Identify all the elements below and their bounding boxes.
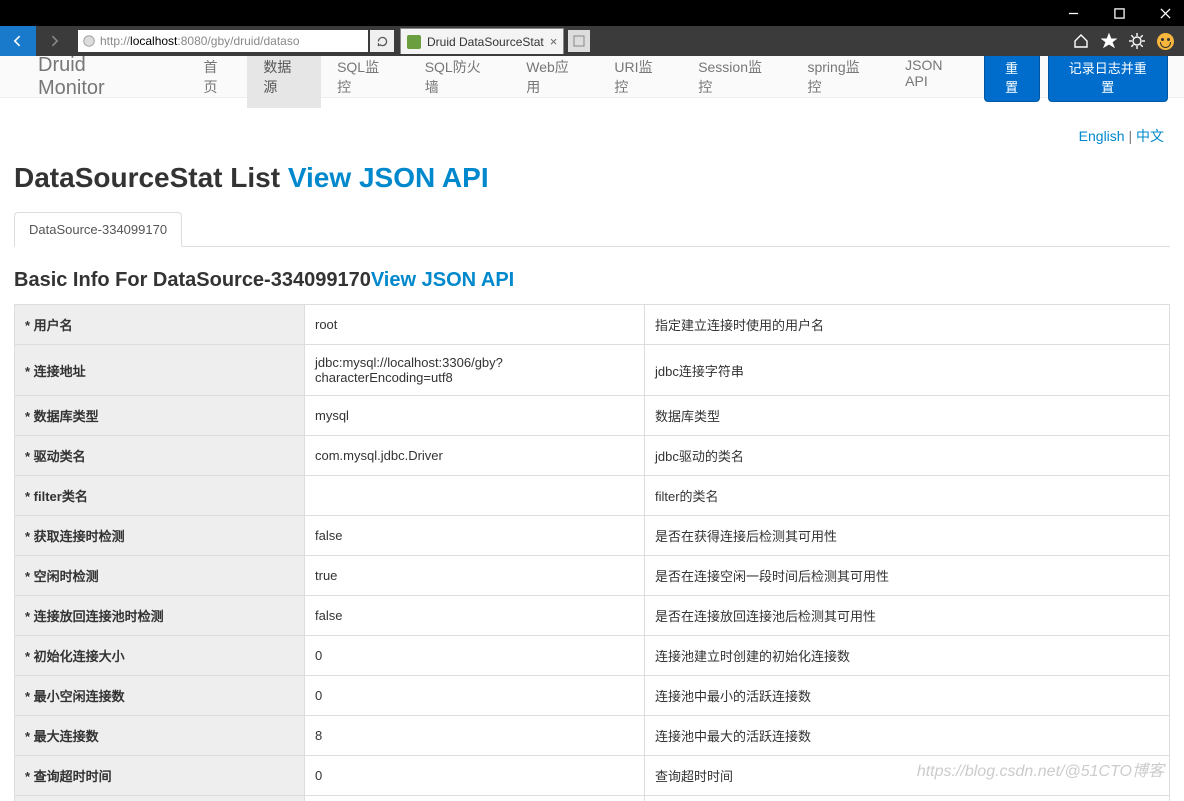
nav-link-1[interactable]: 数据源 [247, 56, 321, 108]
tab-title: Druid DataSourceStat [427, 35, 544, 49]
row-key: * 查询超时时间 [15, 756, 305, 796]
lang-chinese[interactable]: 中文 [1136, 128, 1164, 144]
row-value: 0 [305, 676, 645, 716]
row-desc: jdbc驱动的类名 [645, 436, 1170, 476]
row-desc: 指定建立连接时使用的用户名 [645, 305, 1170, 345]
row-key: * 初始化连接大小 [15, 636, 305, 676]
tools-icon[interactable] [1129, 33, 1145, 49]
nav-forward-button[interactable] [36, 26, 72, 56]
datasource-tabs: DataSource-334099170 [14, 212, 1170, 247]
address-bar[interactable]: http://localhost:8080/gby/druid/dataso [78, 30, 368, 52]
browser-toolbar: http://localhost:8080/gby/druid/dataso D… [0, 26, 1184, 56]
table-row: * 连接放回连接池时检测false是否在连接放回连接池后检测其可用性 [15, 596, 1170, 636]
page-content: Druid Monitor 首页数据源SQL监控SQL防火墙Web应用URI监控… [0, 56, 1184, 801]
row-key: * 最小空闲连接数 [15, 676, 305, 716]
row-key: * 连接放回连接池时检测 [15, 596, 305, 636]
row-key: * filter类名 [15, 476, 305, 516]
row-desc: 是否在连接空闲一段时间后检测其可用性 [645, 556, 1170, 596]
browser-command-icons [1073, 33, 1184, 50]
section-heading: Basic Info For DataSource-334099170View … [14, 269, 1170, 292]
browser-tab[interactable]: Druid DataSourceStat × [400, 28, 564, 54]
row-desc: 连接池建立时创建的初始化连接数 [645, 636, 1170, 676]
row-value: 0 [305, 796, 645, 801]
row-value [305, 476, 645, 516]
table-row: * 最小空闲连接数0连接池中最小的活跃连接数 [15, 676, 1170, 716]
table-row: * 初始化连接大小0连接池建立时创建的初始化连接数 [15, 636, 1170, 676]
row-desc: 数据库类型 [645, 396, 1170, 436]
feedback-icon[interactable] [1157, 33, 1174, 50]
row-desc: 查询超时时间 [645, 756, 1170, 796]
view-json-api-link[interactable]: View JSON API [288, 162, 489, 193]
row-value: jdbc:mysql://localhost:3306/gby?characte… [305, 345, 645, 396]
url-text: http://localhost:8080/gby/druid/dataso [100, 34, 300, 48]
row-desc: filter的类名 [645, 476, 1170, 516]
page-heading: DataSourceStat List View JSON API [14, 162, 1170, 194]
row-desc: 连接池中最大的活跃连接数 [645, 716, 1170, 756]
row-key: * 数据库类型 [15, 396, 305, 436]
window-titlebar [0, 0, 1184, 26]
row-key: * 驱动类名 [15, 436, 305, 476]
row-desc: 事务查询超时时间 [645, 796, 1170, 801]
brand-title[interactable]: Druid Monitor [38, 56, 158, 100]
nav-link-0[interactable]: 首页 [188, 56, 248, 108]
minimize-button[interactable] [1060, 0, 1086, 26]
table-row: * filter类名 filter的类名 [15, 476, 1170, 516]
table-row: * 驱动类名com.mysql.jdbc.Driverjdbc驱动的类名 [15, 436, 1170, 476]
row-key: * 连接地址 [15, 345, 305, 396]
table-row: * 连接地址jdbc:mysql://localhost:3306/gby?ch… [15, 345, 1170, 396]
top-nav: Druid Monitor 首页数据源SQL监控SQL防火墙Web应用URI监控… [0, 56, 1184, 98]
row-key: * 获取连接时检测 [15, 516, 305, 556]
row-desc: 是否在获得连接后检测其可用性 [645, 516, 1170, 556]
view-json-api-link-2[interactable]: View JSON API [371, 269, 514, 291]
table-row: * 最大连接数8连接池中最大的活跃连接数 [15, 716, 1170, 756]
row-key: * 事务查询超时时间 [15, 796, 305, 801]
table-row: * 用户名root指定建立连接时使用的用户名 [15, 305, 1170, 345]
close-button[interactable] [1152, 0, 1178, 26]
nav-link-2[interactable]: SQL监控 [321, 56, 409, 108]
row-value: false [305, 596, 645, 636]
row-value: true [305, 556, 645, 596]
nav-link-5[interactable]: URI监控 [598, 56, 682, 108]
nav-link-3[interactable]: SQL防火墙 [409, 56, 511, 108]
table-row: * 查询超时时间0查询超时时间 [15, 756, 1170, 796]
page-icon [82, 34, 96, 48]
row-desc: 连接池中最小的活跃连接数 [645, 676, 1170, 716]
nav-link-6[interactable]: Session监控 [682, 56, 791, 108]
lang-english[interactable]: English [1079, 128, 1125, 144]
nav-link-4[interactable]: Web应用 [510, 56, 598, 108]
row-value: 0 [305, 756, 645, 796]
nav-back-button[interactable] [0, 26, 36, 56]
table-row: * 空闲时检测true是否在连接空闲一段时间后检测其可用性 [15, 556, 1170, 596]
datasource-tab[interactable]: DataSource-334099170 [14, 212, 182, 247]
row-value: 0 [305, 636, 645, 676]
refresh-button[interactable] [370, 30, 394, 52]
favorites-icon[interactable] [1101, 33, 1117, 49]
row-key: * 用户名 [15, 305, 305, 345]
datasource-info-table: * 用户名root指定建立连接时使用的用户名* 连接地址jdbc:mysql:/… [14, 304, 1170, 801]
row-value: 8 [305, 716, 645, 756]
table-row: * 数据库类型mysql数据库类型 [15, 396, 1170, 436]
table-row: * 获取连接时检测false是否在获得连接后检测其可用性 [15, 516, 1170, 556]
tab-close-icon[interactable]: × [550, 34, 558, 49]
reset-button[interactable]: 重置 [984, 56, 1040, 102]
row-value: com.mysql.jdbc.Driver [305, 436, 645, 476]
favicon-icon [407, 35, 421, 49]
maximize-button[interactable] [1106, 0, 1132, 26]
table-row: * 事务查询超时时间0事务查询超时时间 [15, 796, 1170, 801]
row-value: false [305, 516, 645, 556]
row-value: mysql [305, 396, 645, 436]
row-key: * 最大连接数 [15, 716, 305, 756]
row-desc: jdbc连接字符串 [645, 345, 1170, 396]
row-key: * 空闲时检测 [15, 556, 305, 596]
log-and-reset-button[interactable]: 记录日志并重置 [1048, 56, 1168, 102]
lang-separator: | [1125, 128, 1136, 144]
nav-link-7[interactable]: spring监控 [791, 56, 889, 108]
row-desc: 是否在连接放回连接池后检测其可用性 [645, 596, 1170, 636]
nav-link-8[interactable]: JSON API [889, 56, 984, 108]
home-icon[interactable] [1073, 33, 1089, 49]
new-tab-button[interactable] [568, 30, 590, 52]
row-value: root [305, 305, 645, 345]
